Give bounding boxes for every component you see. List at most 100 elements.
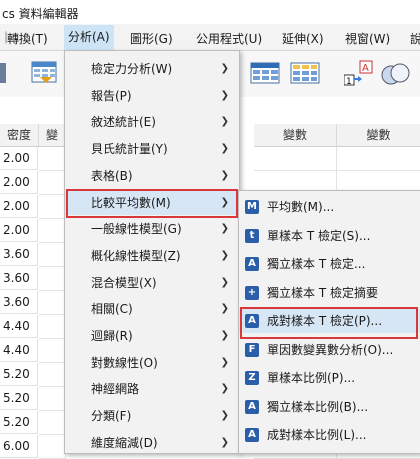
independent-t-summary-icon: +	[245, 285, 259, 300]
use-variable-sets-icon[interactable]	[380, 59, 410, 87]
menubar-item-0[interactable]: 轉換(T)	[7, 30, 48, 47]
oneway-anova-icon: F	[245, 342, 259, 357]
menubar-item-6[interactable]: 說	[410, 30, 420, 47]
menubar-item-1[interactable]: 分析(A)	[64, 25, 114, 50]
analyze-menu-item-4[interactable]: 表格(B) ❯	[65, 164, 239, 188]
density-cell[interactable]: 5.20	[0, 363, 38, 386]
menu-item-label: 獨立樣本 T 檢定摘要	[267, 285, 378, 300]
independent-t-icon: A	[245, 257, 259, 271]
compare-means-item-3[interactable]: + 獨立樣本 T 檢定摘要	[239, 281, 420, 305]
compare-means-item-0[interactable]: M 平均數(M)...	[239, 195, 420, 219]
submenu-arrow-icon: ❯	[220, 303, 229, 315]
analyze-menu-item-2[interactable]: 敘述統計(E) ❯	[65, 110, 239, 134]
value-labels-table-icon[interactable]	[290, 59, 320, 87]
submenu-arrow-icon: ❯	[220, 116, 229, 128]
empty-cell[interactable]	[39, 219, 66, 243]
menu-item-label: 表格(B)	[91, 168, 133, 183]
analyze-menu-item-9[interactable]: 相關(C) ❯	[65, 297, 239, 321]
analyze-menu: 檢定力分析(W) ❯ 報告(P) ❯ 敘述統計(E) ❯ 貝氏統計量(Y) ❯ 表格(B) ❯ 比較…	[64, 50, 240, 454]
density-cell[interactable]: 6.00	[0, 435, 38, 458]
empty-cell[interactable]	[39, 315, 66, 339]
compare-means-item-6[interactable]: Z 單樣本比例(P)...	[239, 366, 420, 390]
menu-item-label: 一般線性模型(G)	[91, 222, 182, 237]
empty-cell[interactable]	[39, 339, 66, 363]
svg-text:1: 1	[346, 77, 352, 87]
menu-item-label: 維度縮減(D)	[91, 435, 158, 450]
density-cell[interactable]: 2.00	[0, 171, 38, 194]
menu-item-label: 概化線性模型(Z)	[91, 248, 181, 263]
data-table-icon[interactable]	[250, 59, 280, 87]
menubar-item-3[interactable]: 公用程式(U)	[196, 30, 262, 47]
compare-means-item-5[interactable]: F 單因數變異數分析(O)...	[239, 338, 420, 362]
compare-means-item-2[interactable]: A 獨立樣本 T 檢定...	[239, 252, 420, 276]
analyze-menu-item-14[interactable]: 維度縮減(D) ❯	[65, 431, 239, 455]
menu-item-label: 成對樣本比例(L)...	[267, 428, 367, 442]
submenu-arrow-icon: ❯	[220, 276, 229, 288]
density-cell[interactable]: 2.00	[0, 147, 38, 170]
menubar-item-4[interactable]: 延伸(X)	[282, 30, 324, 47]
means-icon: M	[245, 200, 259, 214]
density-cell[interactable]: 3.60	[0, 291, 38, 314]
density-cell[interactable]: 2.00	[0, 219, 38, 242]
analyze-menu-item-0[interactable]: 檢定力分析(W) ❯	[65, 57, 239, 81]
menu-item-label: 獨立樣本 T 檢定...	[267, 257, 366, 271]
density-cell[interactable]: 2.00	[0, 195, 38, 218]
goto-case-icon[interactable]	[30, 59, 60, 87]
empty-cell[interactable]	[39, 291, 66, 315]
menu-item-label: 平均數(M)...	[267, 200, 335, 214]
menu-item-label: 混合模型(X)	[91, 275, 157, 290]
analyze-menu-item-3[interactable]: 貝氏統計量(Y) ❯	[65, 137, 239, 161]
empty-cell[interactable]	[39, 147, 66, 171]
empty-cell[interactable]	[39, 411, 66, 435]
analyze-menu-item-11[interactable]: 對數線性(O) ❯	[65, 351, 239, 375]
submenu-arrow-icon: ❯	[220, 169, 229, 181]
empty-cell[interactable]	[39, 435, 66, 459]
column-header-partial[interactable]: 變	[39, 124, 66, 147]
analyze-menu-item-1[interactable]: 報告(P) ❯	[65, 84, 239, 108]
analyze-menu-item-6[interactable]: 一般線性模型(G) ❯	[65, 217, 239, 241]
submenu-arrow-icon: ❯	[220, 330, 229, 341]
submenu-arrow-icon: ❯	[220, 436, 229, 448]
compare-means-item-7[interactable]: A 獨立樣本比例(B)...	[239, 395, 420, 419]
analyze-menu-item-7[interactable]: 概化線性模型(Z) ❯	[65, 244, 239, 268]
analyze-menu-item-13[interactable]: 分類(F) ❯	[65, 404, 239, 428]
empty-cell[interactable]	[39, 387, 66, 411]
window-title: cs 資料編輯器	[2, 7, 79, 21]
density-cell[interactable]: 3.60	[0, 243, 38, 266]
toolbar-partial-icon[interactable]	[0, 59, 24, 87]
column-header-density[interactable]: 密度	[0, 124, 39, 147]
value-labels-icon[interactable]: 1A	[343, 59, 374, 87]
density-cell[interactable]: 4.40	[0, 315, 38, 338]
analyze-menu-item-10[interactable]: 迴歸(R) ❯	[65, 324, 239, 348]
empty-cell[interactable]	[39, 171, 66, 195]
title-bar: cs 資料編輯器	[0, 0, 420, 24]
submenu-arrow-icon: ❯	[220, 63, 229, 74]
paired-proportion-icon: A	[245, 428, 259, 442]
empty-cell[interactable]	[254, 147, 337, 171]
menu-bar: ｜ 轉換(T) 分析(A) 圖形(G) 公用程式(U) 延伸(X) 視窗(W) 說	[0, 24, 420, 51]
menu-item-label: 相關(C)	[91, 302, 133, 317]
column-header-var-1[interactable]: 變數	[254, 124, 337, 147]
empty-cell[interactable]	[39, 363, 66, 387]
menubar-item-2[interactable]: 圖形(G)	[130, 30, 173, 47]
analyze-menu-item-8[interactable]: 混合模型(X) ❯	[65, 271, 239, 295]
submenu-arrow-icon: ❯	[220, 223, 229, 235]
density-cell[interactable]: 4.40	[0, 339, 38, 362]
empty-cell[interactable]	[39, 243, 66, 267]
menu-item-label: 分類(F)	[91, 409, 132, 424]
density-cell[interactable]: 3.60	[0, 267, 38, 290]
empty-cell[interactable]	[337, 147, 420, 171]
submenu-arrow-icon: ❯	[220, 410, 229, 422]
compare-means-item-1[interactable]: t 單樣本 T 檢定(S)...	[239, 224, 420, 248]
density-cell[interactable]: 5.20	[0, 387, 38, 410]
empty-cell[interactable]	[39, 195, 66, 219]
svg-text:A: A	[362, 63, 369, 74]
analyze-menu-item-12[interactable]: 神經網路 ❯	[65, 377, 239, 401]
column-header-var-2[interactable]: 變數	[337, 124, 420, 147]
compare-means-item-8[interactable]: A 成對樣本比例(L)...	[239, 423, 420, 447]
empty-cell[interactable]	[39, 267, 66, 291]
submenu-arrow-icon: ❯	[220, 89, 229, 101]
menubar-item-5[interactable]: 視窗(W)	[345, 30, 390, 47]
menu-item-label: 神經網路	[91, 382, 140, 397]
density-cell[interactable]: 5.20	[0, 411, 38, 434]
